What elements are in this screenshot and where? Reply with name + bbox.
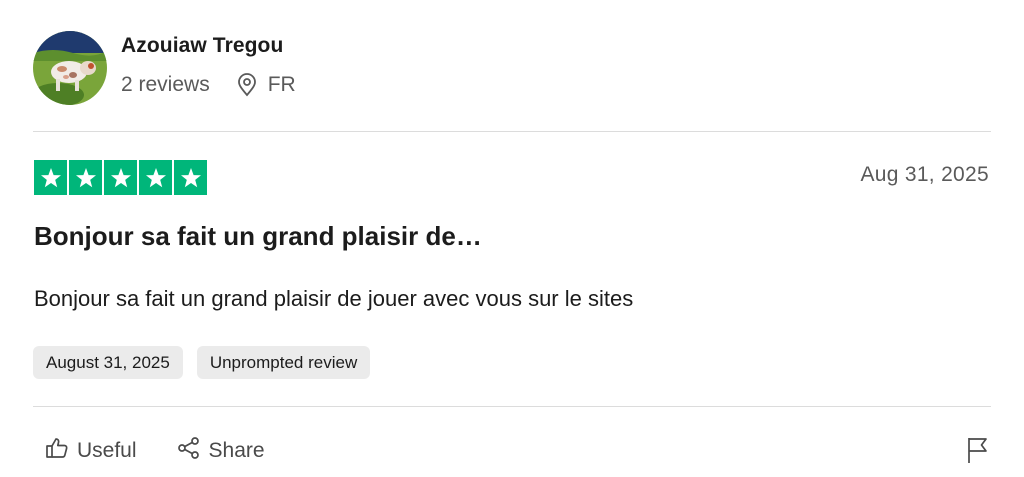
reviewer-country: FR bbox=[267, 73, 296, 96]
header-divider bbox=[33, 131, 991, 132]
share-icon bbox=[177, 436, 201, 466]
thumbs-up-icon bbox=[45, 436, 69, 466]
unprompted-review-tag[interactable]: Unprompted review bbox=[196, 346, 371, 379]
location-pin-icon bbox=[236, 73, 258, 97]
flag-icon bbox=[966, 438, 990, 468]
review-actions: Useful Share bbox=[45, 436, 265, 466]
review-tags: August 31, 2025 Unprompted review bbox=[33, 346, 371, 379]
star-icon bbox=[104, 160, 137, 195]
experience-date-tag: August 31, 2025 bbox=[33, 346, 183, 379]
star-icon bbox=[174, 160, 207, 195]
review-date: Aug 31, 2025 bbox=[860, 163, 989, 186]
review-card: Azouiaw Tregou 2 reviews FR Aug 31, 2025 bbox=[0, 0, 1024, 477]
report-button[interactable] bbox=[966, 436, 990, 469]
review-body: Bonjour sa fait un grand plaisir de joue… bbox=[34, 286, 634, 311]
star-icon bbox=[34, 160, 67, 195]
share-label: Share bbox=[208, 439, 265, 462]
reviewer-meta: 2 reviews FR bbox=[121, 71, 296, 99]
useful-label: Useful bbox=[77, 439, 137, 462]
star-rating bbox=[34, 160, 207, 195]
review-title[interactable]: Bonjour sa fait un grand plaisir de… bbox=[34, 221, 482, 252]
share-button[interactable]: Share bbox=[177, 436, 265, 466]
reviewer-name[interactable]: Azouiaw Tregou bbox=[121, 34, 283, 58]
review-count: 2 reviews bbox=[121, 73, 210, 96]
star-icon bbox=[69, 160, 102, 195]
reviewer-avatar[interactable] bbox=[33, 31, 107, 105]
star-icon bbox=[139, 160, 172, 195]
actions-divider bbox=[33, 406, 991, 407]
useful-button[interactable]: Useful bbox=[45, 436, 137, 466]
